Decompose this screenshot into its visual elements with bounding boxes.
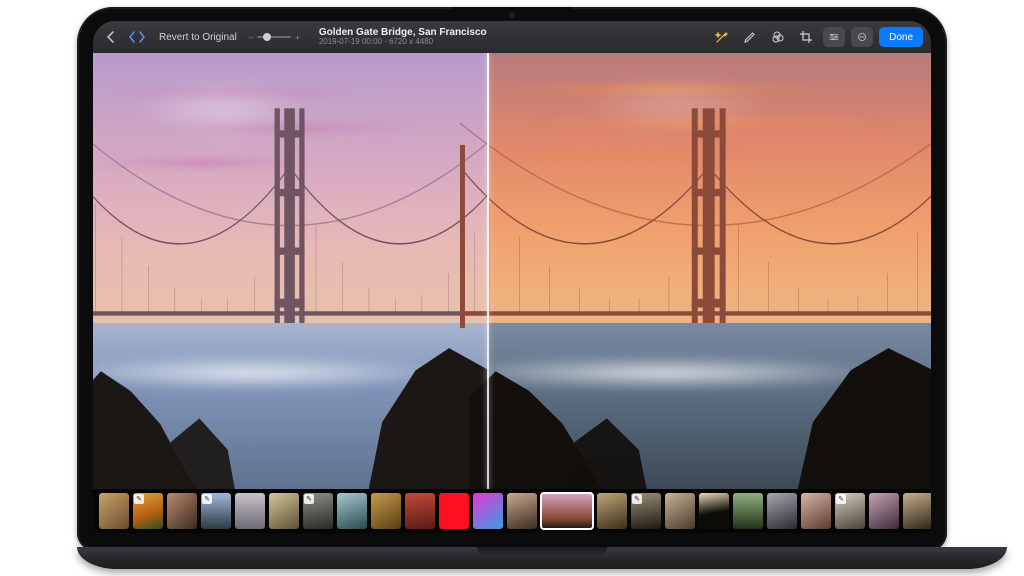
thumbnail-selected[interactable]	[541, 493, 593, 529]
thumbnail[interactable]: ✎	[133, 493, 163, 529]
image-title-block: Golden Gate Bridge, San Francisco 2019-0…	[319, 27, 487, 47]
thumbnail[interactable]: ✎	[303, 493, 333, 529]
editor-toolbar: Revert to Original – + Golden Gate Bridg…	[93, 21, 931, 53]
thumbnail[interactable]	[269, 493, 299, 529]
zoom-slider[interactable]: – +	[249, 33, 309, 42]
thumbnail[interactable]	[767, 493, 797, 529]
edited-badge-icon: ✎	[304, 494, 314, 504]
thumbnail[interactable]	[473, 493, 503, 529]
thumbnail[interactable]: ✎	[201, 493, 231, 529]
edited-badge-icon: ✎	[836, 494, 846, 504]
thumbnail[interactable]	[507, 493, 537, 529]
image-metadata: 2019-07-19 00:00 · 6720 x 4480	[319, 38, 487, 47]
auto-enhance-button[interactable]	[711, 27, 733, 47]
markup-button[interactable]	[739, 27, 761, 47]
edited-badge-icon: ✎	[632, 494, 642, 504]
compare-original-side	[93, 53, 487, 489]
thumbnail[interactable]	[665, 493, 695, 529]
thumbnail[interactable]	[235, 493, 265, 529]
thumbnail[interactable]	[733, 493, 763, 529]
thumbnail-strip[interactable]: ✎ ✎ ✎ ✎ ✎	[93, 489, 931, 533]
filters-button[interactable]	[767, 27, 789, 47]
thumbnail[interactable]	[337, 493, 367, 529]
more-button[interactable]	[851, 27, 873, 47]
thumbnail[interactable]	[439, 493, 469, 529]
thumbnail[interactable]: ✎	[835, 493, 865, 529]
thumbnail[interactable]	[597, 493, 627, 529]
thumbnail[interactable]	[903, 493, 931, 529]
thumbnail[interactable]	[371, 493, 401, 529]
adjust-button[interactable]	[823, 27, 845, 47]
back-button[interactable]	[101, 27, 121, 47]
compare-toggle-icon[interactable]	[127, 27, 147, 47]
camera-dot	[509, 12, 515, 18]
image-canvas[interactable]	[93, 53, 931, 489]
crop-button[interactable]	[795, 27, 817, 47]
thumbnail[interactable]	[699, 493, 729, 529]
done-button[interactable]: Done	[879, 27, 923, 47]
thumbnail[interactable]: ✎	[631, 493, 661, 529]
app-window: Revert to Original – + Golden Gate Bridg…	[93, 21, 931, 533]
thumbnail[interactable]	[99, 493, 129, 529]
compare-edited-side	[487, 53, 931, 489]
laptop-base	[77, 547, 1007, 569]
laptop-frame: Revert to Original – + Golden Gate Bridg…	[77, 7, 947, 569]
thumbnail[interactable]	[405, 493, 435, 529]
edited-badge-icon: ✎	[134, 494, 144, 504]
revert-button[interactable]: Revert to Original	[153, 32, 243, 43]
thumbnail[interactable]	[869, 493, 899, 529]
thumbnail[interactable]	[167, 493, 197, 529]
thumbnail[interactable]	[801, 493, 831, 529]
edited-badge-icon: ✎	[202, 494, 212, 504]
compare-divider-handle[interactable]	[487, 53, 489, 489]
